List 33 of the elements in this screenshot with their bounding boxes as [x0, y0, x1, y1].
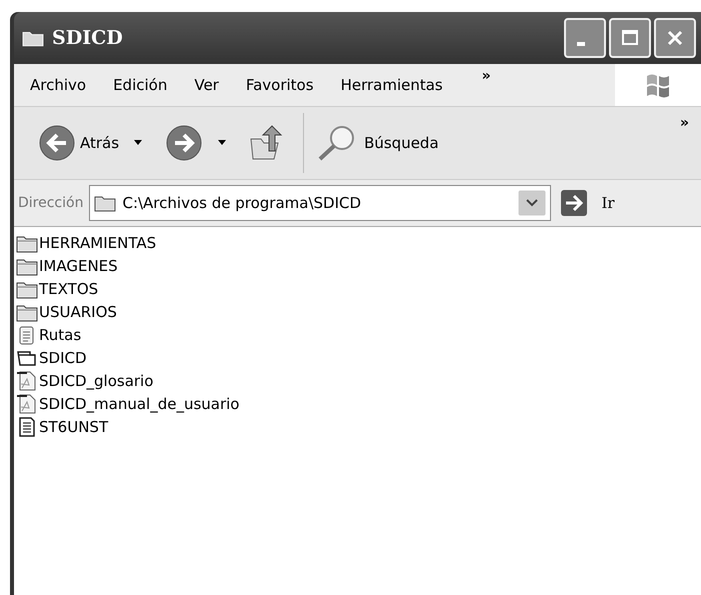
- close-icon: [665, 28, 685, 48]
- more-menu-chevron[interactable]: »: [482, 68, 491, 84]
- folder-up-icon[interactable]: [249, 125, 284, 161]
- window-title: SDICD: [52, 27, 123, 49]
- minimize-button[interactable]: [564, 18, 606, 58]
- menu-item[interactable]: Favoritos: [246, 76, 314, 94]
- file-item[interactable]: SDICD_manual_de_usuario: [14, 392, 240, 415]
- menu-item[interactable]: Herramientas: [340, 76, 443, 94]
- dropdown-caret-icon[interactable]: [133, 140, 144, 146]
- dropdown-caret-icon[interactable]: [217, 140, 228, 146]
- file-item[interactable]: SDICD_glosario: [14, 369, 154, 392]
- folder-icon: [94, 194, 116, 212]
- menu-item[interactable]: Edición: [113, 76, 168, 94]
- more-tools-chevron[interactable]: »: [680, 115, 689, 131]
- file-item[interactable]: ST6UNST: [14, 415, 108, 438]
- menu-item[interactable]: Archivo: [30, 76, 86, 94]
- close-button[interactable]: [654, 18, 696, 58]
- file-item[interactable]: IMAGENES: [14, 254, 118, 277]
- back-button[interactable]: Atrás: [38, 124, 120, 162]
- go-button[interactable]: Ir: [561, 190, 615, 216]
- address-label: Dirección: [18, 195, 84, 211]
- search-button[interactable]: Búsqueda: [316, 123, 439, 163]
- folder-icon: [22, 29, 44, 47]
- file-item[interactable]: HERRAMIENTAS: [14, 231, 156, 254]
- file-item[interactable]: SDICD: [14, 346, 87, 369]
- menu-item[interactable]: Ver: [194, 76, 219, 94]
- address-field[interactable]: C:\Archivos de programa\SDICD: [89, 185, 552, 221]
- minimize-icon: [577, 42, 585, 46]
- maximize-icon: [620, 28, 640, 48]
- file-item[interactable]: Rutas: [14, 323, 82, 346]
- maximize-button[interactable]: [609, 18, 651, 58]
- file-item[interactable]: TEXTOS: [14, 277, 98, 300]
- file-item[interactable]: USUARIOS: [14, 300, 117, 323]
